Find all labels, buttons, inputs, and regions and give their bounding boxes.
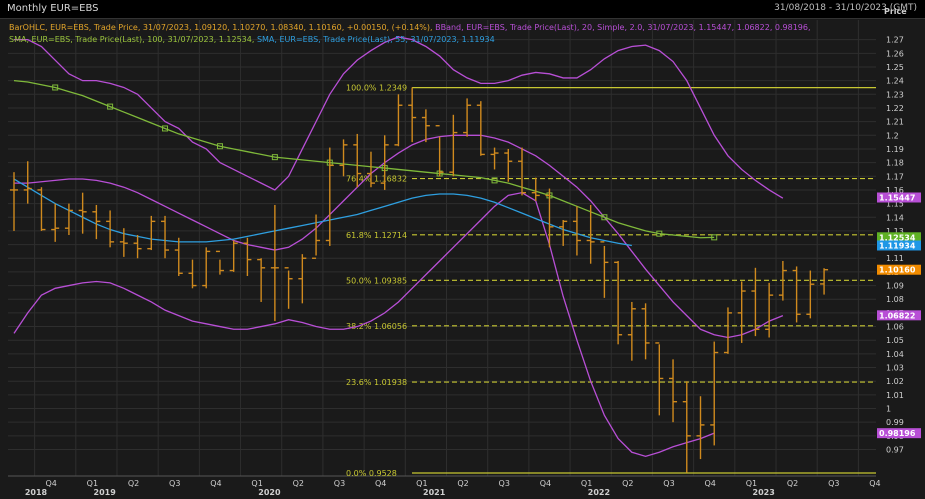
y-tick-label: 0.97 xyxy=(886,446,904,455)
x-year-label: 2019 xyxy=(94,488,117,497)
x-tick-label: Q2 xyxy=(787,479,798,488)
y-tick-label: 1.24 xyxy=(886,77,904,86)
x-tick-label: Q2 xyxy=(128,479,139,488)
indicator-legend: BarOHLC, EUR=EBS, Trade Price, 31/07/202… xyxy=(9,22,811,46)
legend-line-ohlc-bband: BarOHLC, EUR=EBS, Trade Price, 31/07/202… xyxy=(9,22,811,34)
x-tick-label: Q1 xyxy=(746,479,757,488)
y-tick-label: 1.11 xyxy=(886,254,904,263)
y-tick-label: 1.18 xyxy=(886,159,904,168)
y-tick-label: 1.08 xyxy=(886,295,904,304)
x-tick-label: Q3 xyxy=(828,479,839,488)
fib-label: 50.0% 1.09385 xyxy=(346,276,407,285)
y-tick-label: 1.05 xyxy=(886,336,904,345)
x-year-label: 2021 xyxy=(423,488,446,497)
price-badge-label: 1.06822 xyxy=(879,311,915,320)
x-tick-label: Q2 xyxy=(622,479,633,488)
y-tick-label: 1 xyxy=(886,405,891,414)
x-tick-label: Q4 xyxy=(45,479,56,488)
ohlc-chart[interactable]: 0.970.980.9911.011.021.031.041.051.061.0… xyxy=(0,0,925,499)
legend-line-sma: SMA, EUR=EBS, Trade Price(Last), 100, 31… xyxy=(9,34,811,46)
y-tick-label: 1.23 xyxy=(886,90,904,99)
x-tick-label: Q3 xyxy=(169,479,180,488)
x-year-label: 2022 xyxy=(588,488,610,497)
x-year-label: 2023 xyxy=(753,488,775,497)
y-tick-label: 1.21 xyxy=(886,118,904,127)
price-badge-label: 1.15447 xyxy=(879,193,915,202)
legend-ohlc-bband-item: BBand, EUR=EBS, Trade Price(Last), 20, S… xyxy=(435,23,811,32)
x-tick-label: Q4 xyxy=(540,479,551,488)
y-tick-label: 1.19 xyxy=(886,145,904,154)
x-year-label: 2018 xyxy=(25,488,48,497)
x-tick-label: Q4 xyxy=(210,479,221,488)
x-tick-label: Q1 xyxy=(87,479,98,488)
y-tick-label: 1.03 xyxy=(886,364,904,373)
x-tick-label: Q2 xyxy=(457,479,468,488)
x-tick-label: Q3 xyxy=(334,479,345,488)
price-badge-label: 0.98196 xyxy=(879,429,916,438)
price-badge-label: 1.10160 xyxy=(879,266,916,275)
x-tick-label: Q2 xyxy=(293,479,304,488)
y-axis-label: Price xyxy=(884,7,907,16)
y-tick-label: 1.17 xyxy=(886,172,904,181)
legend-sma-item: SMA, EUR=EBS, Trade Price(Last), 100, 31… xyxy=(9,35,257,44)
fib-label: 61.8% 1.12714 xyxy=(346,231,407,240)
x-tick-label: Q3 xyxy=(499,479,510,488)
x-tick-label: Q1 xyxy=(581,479,592,488)
x-tick-label: Q4 xyxy=(375,479,386,488)
y-tick-label: 1.25 xyxy=(886,63,904,72)
fib-label: 100.0% 1.2349 xyxy=(346,84,407,93)
fib-label: 38.2% 1.06056 xyxy=(346,322,407,331)
x-tick-label: Q1 xyxy=(251,479,262,488)
y-tick-label: 1.22 xyxy=(886,104,904,113)
x-tick-label: Q3 xyxy=(663,479,674,488)
y-tick-label: 1.2 xyxy=(886,131,899,140)
y-tick-label: 1.14 xyxy=(886,213,904,222)
legend-ohlc-bband-item: BarOHLC, EUR=EBS, Trade Price, 31/07/202… xyxy=(9,23,436,32)
price-badge-label: 1.11934 xyxy=(879,241,916,250)
x-year-label: 2020 xyxy=(258,488,281,497)
fib-label: 23.6% 1.01938 xyxy=(346,378,407,387)
fib-label: 76.4% 1.16832 xyxy=(346,175,407,184)
fib-label: 0.0% 0.9528 xyxy=(346,469,397,478)
x-tick-label: Q1 xyxy=(416,479,427,488)
y-tick-label: 1.26 xyxy=(886,49,904,58)
legend-sma-item: SMA, EUR=EBS, Trade Price(Last), 55, 31/… xyxy=(256,35,495,44)
y-tick-label: 1.04 xyxy=(886,350,904,359)
y-tick-label: 1.27 xyxy=(886,36,904,45)
x-tick-label: Q4 xyxy=(705,479,716,488)
y-tick-label: 1.06 xyxy=(886,323,904,332)
y-tick-label: 1.02 xyxy=(886,377,904,386)
y-tick-label: 1.01 xyxy=(886,391,904,400)
y-tick-label: 1.09 xyxy=(886,282,904,291)
x-tick-label: Q4 xyxy=(869,479,880,488)
y-tick-label: 0.99 xyxy=(886,418,904,427)
